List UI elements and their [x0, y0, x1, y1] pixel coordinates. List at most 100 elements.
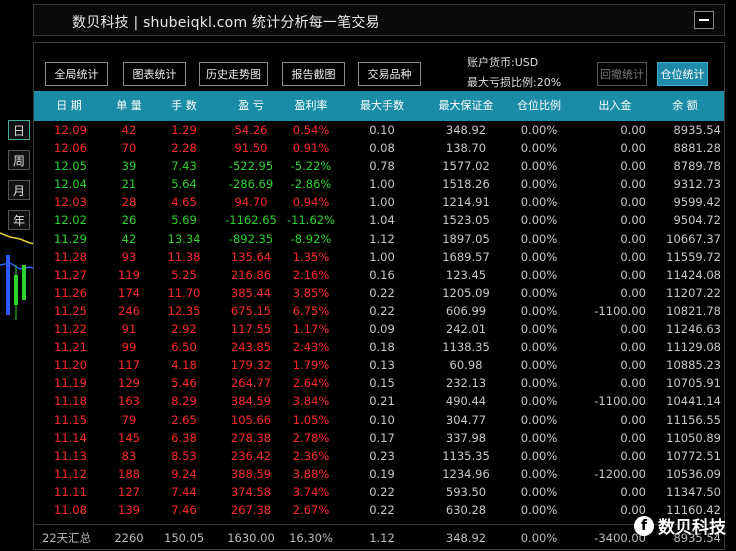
- cell-max-lots: 0.09: [369, 322, 395, 337]
- table-row[interactable]: 11.27 119 5.25 216.86 2.16% 0.16 123.45 0.00% 0.…: [34, 266, 724, 284]
- cell-deposit-withdrawal: 0.00: [620, 231, 646, 246]
- cell-profit-rate: 1.17%: [292, 322, 330, 337]
- table-body: 12.09 42 1.29 54.26 0.54% 0.10 348.92 0.00% 0.00…: [34, 121, 724, 519]
- cell-max-margin: 606.99: [445, 303, 487, 318]
- cell-date: 11.28: [54, 249, 87, 264]
- cell-date: 11.18: [54, 394, 87, 409]
- cell-balance: 11559.72: [666, 249, 721, 264]
- cell-profit-rate: 2.43%: [292, 340, 330, 355]
- table-row[interactable]: 12.09 42 1.29 54.26 0.54% 0.10 348.92 0.00% 0.00…: [34, 121, 724, 139]
- title-bar: 数贝科技 | shubeiqkl.com 统计分析每一笔交易: [33, 4, 725, 36]
- cell-date: 11.13: [54, 448, 87, 463]
- minimize-icon: [699, 19, 709, 21]
- table-row[interactable]: 11.18 163 8.29 384.59 3.84% 0.21 490.44 0.00% -1…: [34, 392, 724, 410]
- table-row[interactable]: 12.05 39 7.43 -522.95 -5.22% 0.78 1577.02 0.00%…: [34, 157, 724, 175]
- cell-deposit-withdrawal: 0.00: [620, 448, 646, 463]
- table-row[interactable]: 11.19 129 5.46 264.77 2.64% 0.15 232.13 0.00% 0.…: [34, 374, 724, 392]
- history-trend-button[interactable]: 历史走势图: [199, 62, 268, 86]
- cell-lots: 8.29: [171, 394, 197, 409]
- cell-pnl: -522.95: [228, 159, 274, 174]
- cell-balance: 11347.50: [666, 484, 721, 499]
- cell-pnl: 264.77: [230, 376, 272, 391]
- cell-profit-rate: 3.84%: [292, 394, 330, 409]
- cell-profit-rate: -8.92%: [290, 231, 332, 246]
- cell-pnl: 236.42: [230, 448, 272, 463]
- column-header-profit-rate[interactable]: 盈利率: [272, 91, 350, 121]
- cell-balance: 11246.63: [666, 322, 721, 337]
- cell-max-lots: 0.22: [369, 502, 395, 517]
- cell-pnl: 117.55: [230, 322, 272, 337]
- table-row[interactable]: 12.02 26 5.69 -1162.65 -11.62% 1.04 1523.05 0.0…: [34, 211, 724, 229]
- cell-deposit-withdrawal: 0.00: [620, 213, 646, 228]
- cell-deposit-withdrawal: -1200.00: [594, 466, 646, 481]
- cell-deposit-withdrawal: 0.00: [620, 123, 646, 137]
- chart-stats-button[interactable]: 图表统计: [123, 62, 186, 86]
- table-row[interactable]: 11.28 93 11.38 135.64 1.35% 1.00 1689.57 0.00% 0…: [34, 248, 724, 266]
- cell-deposit-withdrawal: 0.00: [620, 430, 646, 445]
- cell-lots: 5.69: [171, 213, 197, 228]
- column-header-max-lots[interactable]: 最大手数: [342, 91, 422, 121]
- table-row[interactable]: 11.25 246 12.35 675.15 6.75% 0.22 606.99 0.00% -…: [34, 302, 724, 320]
- column-header-date[interactable]: 日 期: [44, 91, 94, 121]
- column-header-position-ratio[interactable]: 仓位比例: [499, 91, 579, 121]
- table-row[interactable]: 12.03 28 4.65 94.70 0.94% 1.00 1214.91 0.00% 0.0…: [34, 193, 724, 211]
- table-row[interactable]: 11.20 117 4.18 179.32 1.79% 0.13 60.98 0.00% 0.0…: [34, 356, 724, 374]
- table-row[interactable]: 11.21 99 6.50 243.85 2.43% 0.18 1138.35 0.00% 0.…: [34, 338, 724, 356]
- cell-date: 11.08: [54, 502, 87, 517]
- cell-position-ratio: 0.00%: [520, 267, 558, 282]
- cell-max-lots: 0.22: [369, 285, 395, 300]
- column-header-lots[interactable]: 手 数: [154, 91, 214, 121]
- cell-max-lots: 0.19: [369, 466, 395, 481]
- summary-date: 22天汇总: [42, 531, 92, 545]
- cell-deposit-withdrawal: 0.00: [620, 141, 646, 156]
- account-info: 账户货币:USD 最大亏损比例:20%: [467, 53, 561, 93]
- cell-pnl: 179.32: [230, 358, 272, 373]
- table-row[interactable]: 11.13 83 8.53 236.42 2.36% 0.23 1135.35 0.00% 0.…: [34, 447, 724, 465]
- cell-balance: 10772.51: [666, 448, 721, 463]
- table-row[interactable]: 11.22 91 2.92 117.55 1.17% 0.09 242.01 0.00% 0.0…: [34, 320, 724, 338]
- cell-lots: 12.35: [167, 303, 201, 318]
- table-row[interactable]: 11.12 188 9.24 388.59 3.88% 0.19 1234.96 0.00% -…: [34, 465, 724, 483]
- drawdown-stats-button[interactable]: 回撤统计: [597, 62, 647, 86]
- cell-max-lots: 0.10: [369, 412, 395, 427]
- table-row[interactable]: 11.14 145 6.38 278.38 2.78% 0.17 337.98 0.00% 0.…: [34, 429, 724, 447]
- cell-orders: 42: [121, 123, 137, 137]
- report-screenshot-button[interactable]: 报告截图: [282, 62, 345, 86]
- position-stats-button[interactable]: 仓位统计: [657, 62, 708, 86]
- cell-deposit-withdrawal: 0.00: [620, 412, 646, 427]
- cell-max-margin: 242.01: [445, 322, 487, 337]
- cell-lots: 6.38: [171, 430, 197, 445]
- column-header-max-margin[interactable]: 最大保证金: [422, 91, 510, 121]
- cell-date: 11.20: [54, 358, 87, 373]
- cell-balance: 11156.55: [666, 412, 721, 427]
- global-stats-button[interactable]: 全局统计: [45, 62, 108, 86]
- table-row[interactable]: 11.29 42 13.34 -892.35 -8.92% 1.12 1897.05 0.00…: [34, 230, 724, 248]
- cell-profit-rate: 2.64%: [292, 376, 330, 391]
- table-row[interactable]: 12.06 70 2.28 91.50 0.91% 0.08 138.70 0.00% 0.00…: [34, 139, 724, 157]
- cell-balance: 8881.28: [673, 141, 721, 156]
- cell-max-margin: 1577.02: [442, 159, 490, 174]
- column-header-balance[interactable]: 余 额: [639, 91, 731, 121]
- table-row[interactable]: 12.04 21 5.64 -286.69 -2.86% 1.00 1518.26 0.00%…: [34, 175, 724, 193]
- cell-balance: 11129.08: [666, 340, 721, 355]
- minimize-button[interactable]: [694, 11, 714, 29]
- cell-pnl: 278.38: [230, 430, 272, 445]
- cell-max-lots: 0.08: [369, 141, 395, 156]
- timeframe-week-button[interactable]: 周: [8, 150, 30, 170]
- table-row[interactable]: 11.11 127 7.44 374.58 3.74% 0.22 593.50 0.00% 0.…: [34, 483, 724, 501]
- cell-orders: 99: [121, 340, 137, 355]
- column-header-orders[interactable]: 单 量: [99, 91, 159, 121]
- cell-profit-rate: 1.79%: [292, 358, 330, 373]
- timeframe-day-button[interactable]: 日: [8, 120, 30, 140]
- cell-max-lots: 0.10: [369, 123, 395, 137]
- cell-balance: 11424.08: [666, 267, 721, 282]
- cell-max-lots: 0.17: [369, 430, 395, 445]
- timeframe-month-button[interactable]: 月: [8, 180, 30, 200]
- table-row[interactable]: 11.26 174 11.70 385.44 3.85% 0.22 1205.09 0.00%…: [34, 284, 724, 302]
- cell-lots: 7.46: [171, 502, 197, 517]
- trading-symbols-button[interactable]: 交易品种: [358, 62, 421, 86]
- cell-pnl: 267.38: [230, 502, 272, 517]
- table-row[interactable]: 11.08 139 7.46 267.38 2.67% 0.22 630.28 0.00% 0.…: [34, 501, 724, 519]
- cell-balance: 10885.23: [666, 358, 721, 373]
- table-row[interactable]: 11.15 79 2.65 105.66 1.05% 0.10 304.77 0.00% 0.0…: [34, 411, 724, 429]
